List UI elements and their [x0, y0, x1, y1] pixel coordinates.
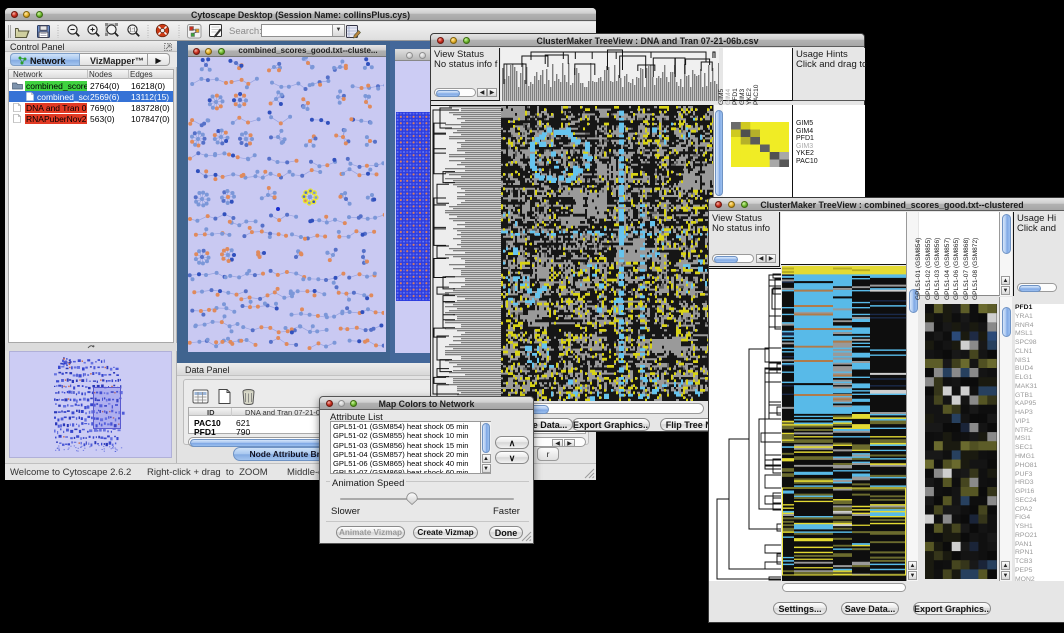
svg-text:1:1: 1:1: [129, 28, 136, 34]
